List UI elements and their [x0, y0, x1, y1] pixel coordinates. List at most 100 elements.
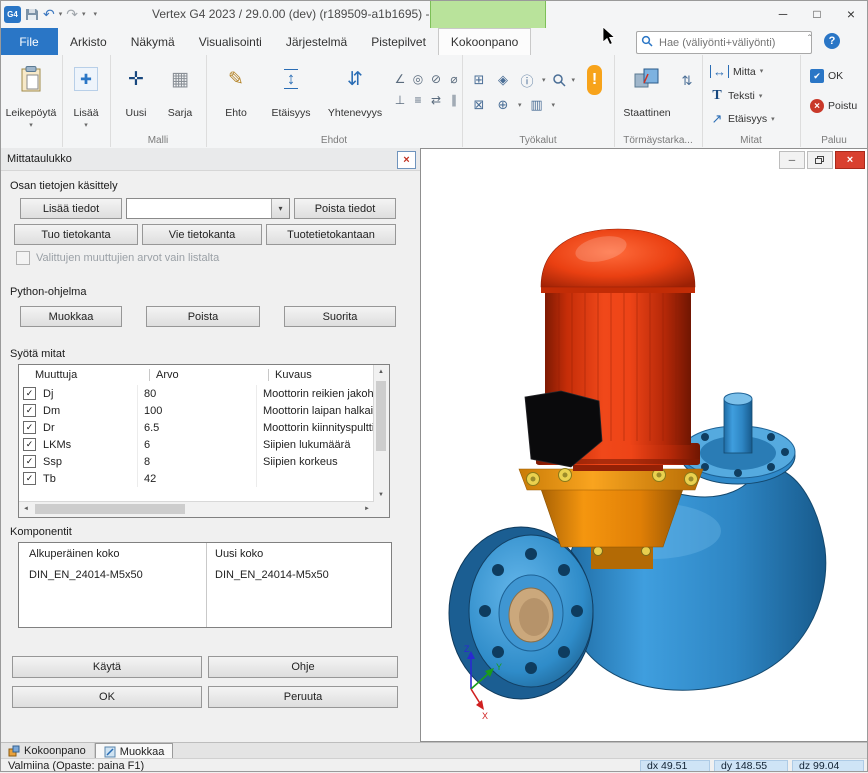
ribbon-collapse-icon[interactable]: ˆ: [808, 34, 811, 45]
tool-target-icon[interactable]: ◈: [494, 72, 512, 88]
row-checkbox[interactable]: ✓: [23, 404, 36, 417]
tab-jarjestelma[interactable]: Järjestelmä: [274, 28, 359, 55]
mitat-etaisyys-button[interactable]: ↗ Etäisyys ▾: [710, 111, 775, 127]
table-vertical-scrollbar[interactable]: ▲ ▼: [373, 365, 389, 502]
viewport-minimize-button[interactable]: ─: [779, 151, 805, 169]
combo-dropdown-icon[interactable]: ▾: [271, 199, 289, 218]
row-checkbox[interactable]: ✓: [23, 472, 36, 485]
help-button[interactable]: ?: [824, 33, 840, 49]
table-horizontal-scrollbar[interactable]: ◄ ►: [19, 501, 374, 517]
paste-dropdown-icon[interactable]: ▾: [29, 122, 33, 129]
ribbon-search[interactable]: [636, 31, 812, 54]
ohje-button[interactable]: Ohje: [208, 656, 398, 678]
components-table[interactable]: Alkuperäinen koko Uusi koko DIN_EN_24014…: [18, 542, 392, 628]
tool-add-dropdown-icon[interactable]: ▾: [518, 102, 522, 109]
etaisyys-button[interactable]: ↕ Etäisyys: [264, 55, 318, 119]
scroll-right-icon[interactable]: ►: [360, 502, 374, 516]
listalta-checkbox[interactable]: [16, 251, 30, 265]
tool-list-dropdown-icon[interactable]: ▾: [552, 102, 556, 109]
tool-grid-icon[interactable]: ⊞: [470, 72, 488, 88]
uusi-button[interactable]: ✛ Uusi: [116, 55, 156, 119]
symmetric-constraint-icon[interactable]: ⇄: [428, 92, 444, 107]
qat-customize-icon[interactable]: ▾: [94, 11, 98, 18]
document-tab-muokkaa[interactable]: Muokkaa: [95, 743, 174, 759]
document-tab-kokoonpano[interactable]: Kokoonpano: [0, 743, 95, 759]
viewport-restore-button[interactable]: [807, 151, 833, 169]
col-kuvaus[interactable]: Kuvaus: [268, 369, 374, 381]
row-checkbox[interactable]: ✓: [23, 455, 36, 468]
tab-arkisto[interactable]: Arkisto: [58, 28, 119, 55]
muokkaa-button[interactable]: Muokkaa: [20, 306, 122, 327]
tab-nakyma[interactable]: Näkymä: [119, 28, 187, 55]
table-row[interactable]: ✓Ssp 8 Siipien korkeus: [19, 453, 374, 470]
tab-file[interactable]: File: [0, 28, 58, 55]
concentric-constraint-icon[interactable]: ◎: [410, 71, 426, 86]
scroll-up-icon[interactable]: ▲: [374, 365, 388, 379]
ok-ribbon-button[interactable]: ✔ OK: [810, 69, 843, 83]
lisaa-tiedot-button[interactable]: Lisää tiedot: [20, 198, 122, 219]
redo-dropdown-icon[interactable]: ▾: [82, 11, 86, 18]
row-checkbox[interactable]: ✓: [23, 438, 36, 451]
tool-list-icon[interactable]: ▥: [528, 97, 546, 113]
tuo-tietokanta-button[interactable]: Tuo tietokanta: [14, 224, 138, 245]
kayta-button[interactable]: Käytä: [12, 656, 202, 678]
tab-visualisointi[interactable]: Visualisointi: [187, 28, 274, 55]
poista-tiedot-button[interactable]: Poista tiedot: [294, 198, 396, 219]
dialog-titlebar[interactable]: Mittataulukko: [0, 148, 427, 171]
diameter-constraint-icon[interactable]: ⌀: [446, 71, 462, 86]
table-row[interactable]: ✓Dm 100 Moottorin laipan halkaisija: [19, 402, 374, 419]
zoom-tool-icon[interactable]: [552, 73, 566, 87]
table-row[interactable]: ✓Dj 80 Moottorin reikien jakohalk: [19, 385, 374, 402]
search-input[interactable]: [657, 36, 807, 50]
poistu-ribbon-button[interactable]: × Poistu: [810, 99, 857, 113]
paste-button[interactable]: Leikepöytä ▾: [4, 55, 58, 129]
app-logo[interactable]: G4: [4, 6, 21, 23]
tab-kokoonpano[interactable]: Kokoonpano: [438, 28, 531, 55]
parallel-constraint-icon[interactable]: ∥: [446, 92, 462, 107]
staattinen-button[interactable]: Staattinen: [618, 55, 676, 119]
window-maximize-button[interactable]: □: [800, 0, 834, 27]
scroll-left-icon[interactable]: ◄: [19, 502, 33, 516]
zoom-tool-dropdown-icon[interactable]: ▾: [572, 77, 576, 84]
row-checkbox[interactable]: ✓: [23, 387, 36, 400]
scroll-down-icon[interactable]: ▼: [374, 488, 388, 502]
save-icon[interactable]: [25, 7, 39, 21]
teksti-dropdown-icon[interactable]: ▾: [759, 93, 763, 100]
redo-icon[interactable]: ↷: [66, 7, 78, 21]
sarja-button[interactable]: ▦ Sarja: [160, 55, 200, 119]
dialog-close-button[interactable]: ×: [397, 151, 416, 169]
perpendicular-constraint-icon[interactable]: ⊥: [392, 92, 408, 107]
mitta-dropdown-icon[interactable]: ▾: [760, 68, 764, 75]
collision-alt-icon[interactable]: ⇅: [678, 73, 696, 89]
col-muuttuja[interactable]: Muuttuja: [19, 369, 149, 381]
pump-3d-model[interactable]: Z Y X: [421, 149, 867, 741]
mitat-etaisyys-dropdown-icon[interactable]: ▾: [771, 116, 775, 123]
viewport-close-button[interactable]: ×: [835, 151, 865, 169]
row-checkbox[interactable]: ✓: [23, 421, 36, 434]
ehto-button[interactable]: ✎ Ehto: [214, 55, 258, 119]
suorita-button[interactable]: Suorita: [284, 306, 396, 327]
poista-button[interactable]: Poista: [146, 306, 260, 327]
col-arvo[interactable]: Arvo: [149, 369, 268, 381]
tangent-constraint-icon[interactable]: ⊘: [428, 71, 444, 86]
ok-button[interactable]: OK: [12, 686, 202, 708]
table-row[interactable]: ✓Dr 6.5 Moottorin kiinnityspultti: [19, 419, 374, 436]
vie-tietokanta-button[interactable]: Vie tietokanta: [142, 224, 262, 245]
tab-pistepilvet[interactable]: Pistepilvet: [359, 28, 438, 55]
undo-dropdown-icon[interactable]: ▾: [59, 11, 63, 18]
table-row[interactable]: ✓Tb 42: [19, 470, 374, 487]
tool-info-icon[interactable]: ⓘ: [518, 72, 536, 88]
window-minimize-button[interactable]: ─: [766, 0, 800, 27]
peruuta-button[interactable]: Peruuta: [208, 686, 398, 708]
tool-add-icon[interactable]: ⊕: [494, 97, 512, 113]
undo-icon[interactable]: ↶: [43, 7, 55, 21]
mitta-button[interactable]: ↔ Mitta ▾: [710, 65, 763, 78]
teksti-button[interactable]: T Teksti ▾: [710, 88, 762, 104]
yhtenevyys-button[interactable]: ⇵ Yhtenevyys: [322, 55, 388, 119]
tool-box-icon[interactable]: ⊠: [470, 97, 488, 113]
table-row[interactable]: ✓LKMs 6 Siipien lukumäärä: [19, 436, 374, 453]
angle-constraint-icon[interactable]: ∠: [392, 71, 408, 86]
tiedot-combobox[interactable]: ▾: [126, 198, 290, 219]
warning-icon[interactable]: !: [587, 65, 602, 95]
tuotetietokantaan-button[interactable]: Tuotetietokantaan: [266, 224, 396, 245]
